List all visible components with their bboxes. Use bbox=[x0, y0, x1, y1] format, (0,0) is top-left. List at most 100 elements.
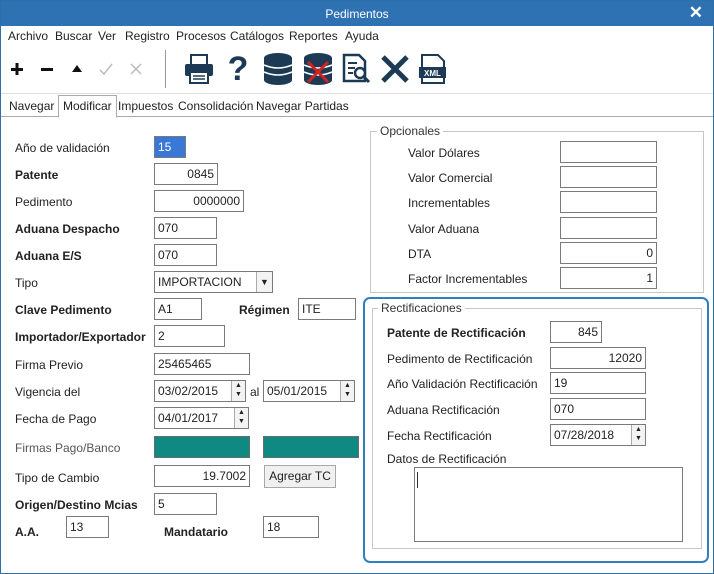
mandatario-field[interactable]: 18 bbox=[263, 516, 319, 538]
help-icon[interactable]: ? bbox=[223, 46, 253, 92]
tab-modificar[interactable]: Modificar bbox=[58, 95, 117, 118]
valor-comercial-field[interactable] bbox=[560, 166, 657, 188]
spinner-icon[interactable]: ▲ ▼ bbox=[231, 381, 245, 401]
menu-ayuda[interactable]: Ayuda bbox=[345, 29, 379, 43]
aduana-rectificacion-label: Aduana Rectificación bbox=[387, 403, 500, 417]
chevron-down-icon[interactable]: ▼ bbox=[256, 272, 272, 292]
valor-aduana-field[interactable] bbox=[560, 217, 657, 239]
menu-reportes[interactable]: Reportes bbox=[289, 29, 338, 43]
firma-banco-field[interactable] bbox=[263, 436, 359, 458]
valor-dolares-label: Valor Dólares bbox=[408, 146, 480, 160]
search-document-icon[interactable] bbox=[338, 46, 374, 92]
patente-rectificacion-label: Patente de Rectificación bbox=[387, 326, 526, 340]
origen-destino-field[interactable]: 5 bbox=[154, 493, 217, 515]
incrementables-field[interactable] bbox=[560, 191, 657, 213]
mandatario-label: Mandatario bbox=[164, 525, 229, 539]
datos-rectificacion-textarea[interactable] bbox=[414, 467, 683, 542]
database-icon[interactable] bbox=[259, 46, 297, 92]
plus-icon[interactable] bbox=[7, 46, 27, 92]
pedimento-field[interactable]: 0000000 bbox=[154, 190, 244, 212]
triangle-up-icon[interactable] bbox=[67, 46, 87, 92]
menu-catalogos[interactable]: Catálogos bbox=[230, 29, 284, 43]
toolbar-divider bbox=[165, 50, 166, 88]
patente-label: Patente bbox=[15, 168, 59, 182]
tab-navegar[interactable]: Navegar bbox=[9, 99, 54, 113]
spinner-icon[interactable]: ▲ ▼ bbox=[340, 381, 354, 401]
factor-incrementables-label: Factor Incrementables bbox=[408, 272, 528, 286]
fecha-rectificacion-label: Fecha Rectificación bbox=[387, 429, 492, 443]
aduana-es-label: Aduana E/S bbox=[15, 249, 82, 263]
tab-navegar-partidas[interactable]: Navegar Partidas bbox=[256, 99, 349, 113]
firma-pago-field[interactable] bbox=[154, 436, 250, 458]
tipo-select[interactable]: IMPORTACION ▼ bbox=[154, 271, 273, 293]
vigencia-from-field[interactable]: 03/02/2015 ▲ ▼ bbox=[154, 380, 246, 402]
anio-validacion-label: Año de validación bbox=[15, 141, 110, 155]
rectificaciones-title: Rectificaciones bbox=[378, 301, 465, 315]
origen-destino-label: Origen/Destino Mcias bbox=[15, 498, 138, 512]
menu-ver[interactable]: Ver bbox=[98, 29, 116, 43]
vigencia-from-value: 03/02/2015 bbox=[158, 384, 219, 398]
text-cursor bbox=[417, 472, 418, 488]
anio-validacion-field[interactable]: 15 bbox=[154, 136, 186, 158]
aduana-despacho-field[interactable]: 070 bbox=[154, 217, 217, 239]
vigencia-label: Vigencia del bbox=[15, 385, 81, 399]
patente-rectificacion-field[interactable]: 845 bbox=[550, 321, 602, 343]
cancel-icon[interactable] bbox=[126, 46, 146, 92]
spinner-icon[interactable]: ▲ ▼ bbox=[234, 408, 248, 428]
aduana-despacho-label: Aduana Despacho bbox=[15, 222, 120, 236]
database-delete-icon[interactable] bbox=[299, 46, 337, 92]
menu-registro[interactable]: Registro bbox=[125, 29, 170, 43]
datos-rectificacion-label: Datos de Rectificación bbox=[387, 452, 507, 466]
menu-archivo[interactable]: Archivo bbox=[8, 29, 48, 43]
regimen-label: Régimen bbox=[239, 303, 290, 317]
regimen-field[interactable]: ITE bbox=[298, 298, 356, 320]
title-bar: Pedimentos ✕ bbox=[1, 1, 713, 26]
clave-pedimento-field[interactable]: A1 bbox=[154, 298, 202, 320]
anio-rectificacion-field[interactable]: 19 bbox=[550, 372, 646, 394]
xml-icon[interactable]: XML bbox=[415, 46, 451, 92]
importador-label: Importador/Exportador bbox=[15, 330, 146, 344]
firma-previo-field[interactable]: 25465465 bbox=[154, 353, 250, 375]
vigencia-to-field[interactable]: 05/01/2015 ▲ ▼ bbox=[263, 380, 355, 402]
tipo-label: Tipo bbox=[15, 276, 38, 290]
firmas-label: Firmas Pago/Banco bbox=[15, 441, 121, 455]
pedimento-rectificacion-label: Pedimento de Rectificación bbox=[387, 352, 533, 366]
patente-field[interactable]: 0845 bbox=[154, 163, 218, 185]
aa-field[interactable]: 13 bbox=[66, 516, 109, 538]
valor-dolares-field[interactable] bbox=[560, 141, 657, 163]
aa-label: A.A. bbox=[15, 525, 39, 539]
menu-bar: Archivo Buscar Ver Registro Procesos Cat… bbox=[1, 26, 713, 46]
minus-icon[interactable] bbox=[37, 46, 57, 92]
window-close-icon[interactable]: ✕ bbox=[689, 4, 703, 22]
fecha-rectificacion-field[interactable]: 07/28/2018 ▲ ▼ bbox=[550, 424, 646, 446]
pedimento-label: Pedimento bbox=[15, 195, 73, 209]
spinner-icon[interactable]: ▲ ▼ bbox=[631, 425, 645, 445]
importador-field[interactable]: 2 bbox=[154, 325, 225, 347]
fecha-pago-label: Fecha de Pago bbox=[15, 412, 97, 426]
factor-incrementables-field[interactable]: 1 bbox=[560, 267, 657, 289]
agregar-tc-button[interactable]: Agregar TC bbox=[264, 465, 336, 488]
tipo-cambio-label: Tipo de Cambio bbox=[15, 471, 100, 485]
toolbar: ? XML bbox=[1, 46, 713, 94]
aduana-es-field[interactable]: 070 bbox=[154, 244, 217, 266]
valor-aduana-label: Valor Aduana bbox=[408, 222, 480, 236]
dta-field[interactable]: 0 bbox=[560, 242, 657, 264]
pedimentos-window: Pedimentos ✕ Archivo Buscar Ver Registro… bbox=[0, 0, 714, 574]
aduana-rectificacion-field[interactable]: 070 bbox=[550, 398, 646, 420]
check-icon[interactable] bbox=[96, 46, 116, 92]
pedimento-rectificacion-field[interactable]: 12020 bbox=[550, 347, 646, 369]
fecha-rectificacion-value: 07/28/2018 bbox=[554, 428, 615, 442]
tipo-select-value: IMPORTACION bbox=[158, 275, 242, 289]
vigencia-to-value: 05/01/2015 bbox=[267, 384, 328, 398]
menu-buscar[interactable]: Buscar bbox=[55, 29, 92, 43]
tipo-cambio-field[interactable]: 19.7002 bbox=[154, 465, 250, 487]
window-title: Pedimentos bbox=[325, 7, 389, 21]
tab-impuestos[interactable]: Impuestos bbox=[118, 99, 173, 113]
dta-label: DTA bbox=[408, 247, 432, 261]
printer-icon[interactable] bbox=[181, 46, 217, 92]
tab-consolidacion[interactable]: Consolidación bbox=[178, 99, 253, 113]
incrementables-label: Incrementables bbox=[408, 196, 491, 210]
fecha-pago-field[interactable]: 04/01/2017 ▲ ▼ bbox=[154, 407, 249, 429]
menu-procesos[interactable]: Procesos bbox=[176, 29, 226, 43]
close-icon[interactable] bbox=[377, 46, 413, 92]
